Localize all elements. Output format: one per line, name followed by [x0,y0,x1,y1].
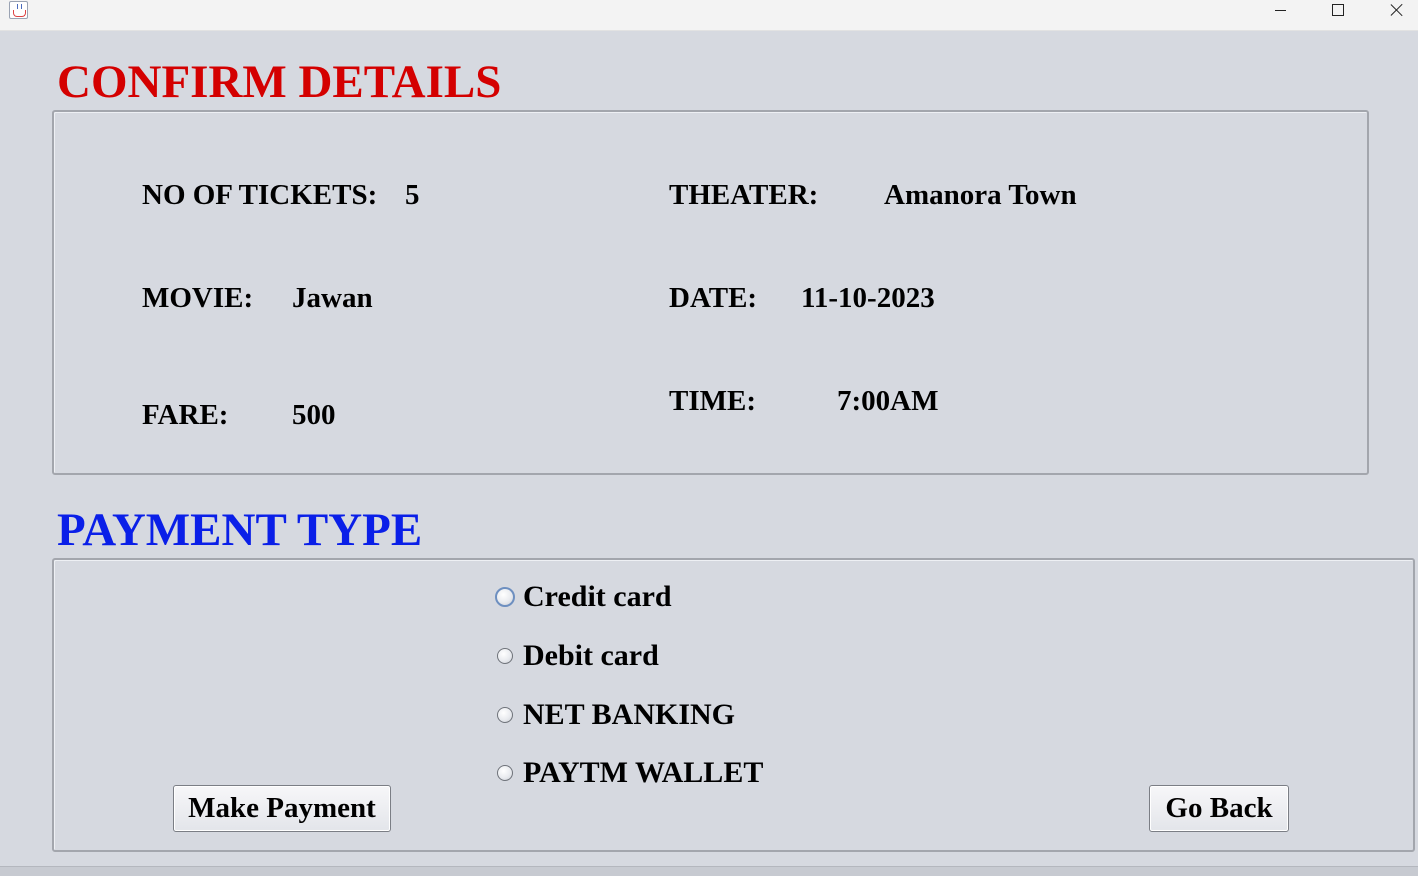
tickets-label: NO OF TICKETS: [142,179,378,211]
theater-label: THEATER: [669,179,819,211]
radio-label-credit-card[interactable]: Credit card [523,582,672,612]
title-bar[interactable] [0,0,1418,31]
radio-credit-card[interactable]: Credit card [495,579,672,615]
make-payment-button[interactable]: Make Payment [173,785,391,832]
radio-net-banking[interactable]: NET BANKING [497,697,735,733]
booking-window: CONFIRM DETAILS NO OF TICKETS: 5 MOVIE: … [0,0,1418,876]
movie-value: Jawan [292,282,373,314]
payment-type-heading: PAYMENT TYPE [57,504,423,556]
radio-paytm-wallet[interactable]: PAYTM WALLET [497,755,763,791]
radio-circle-icon[interactable] [497,765,513,781]
radio-circle-icon[interactable] [495,587,515,607]
radio-circle-icon[interactable] [497,707,513,723]
time-value: 7:00AM [837,385,939,417]
radio-debit-card[interactable]: Debit card [497,638,659,674]
confirm-details-heading: CONFIRM DETAILS [57,56,502,108]
radio-label-debit-card[interactable]: Debit card [523,641,659,671]
radio-circle-icon[interactable] [497,648,513,664]
minimize-button[interactable] [1257,0,1303,30]
date-label: DATE: [669,282,758,314]
theater-value: Amanora Town [884,179,1077,211]
maximize-button[interactable] [1315,0,1361,30]
fare-label: FARE: [142,399,229,431]
date-value: 11-10-2023 [801,282,935,314]
close-button[interactable] [1374,0,1418,30]
radio-label-net-banking[interactable]: NET BANKING [523,700,735,730]
movie-label: MOVIE: [142,282,254,314]
java-cup-icon [9,1,28,19]
time-label: TIME: [669,385,756,417]
go-back-button[interactable]: Go Back [1149,785,1289,832]
maximize-icon [1332,4,1344,16]
radio-label-paytm-wallet[interactable]: PAYTM WALLET [523,758,763,788]
tickets-value: 5 [405,179,420,211]
minimize-icon [1274,9,1286,11]
close-icon [1390,3,1404,17]
fare-value: 500 [292,399,336,431]
